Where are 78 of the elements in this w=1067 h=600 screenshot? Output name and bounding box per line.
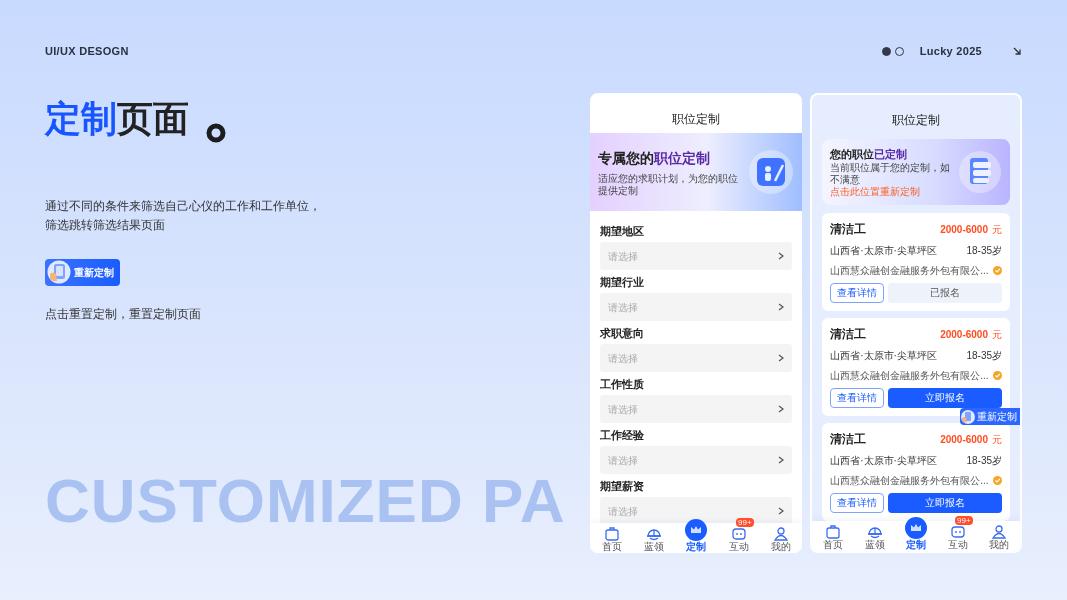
salary-unit: 元	[992, 433, 1002, 447]
document-stack-icon	[958, 150, 1002, 194]
field-label: 期望行业	[600, 275, 646, 289]
bag-icon	[603, 526, 620, 542]
description-text: 通过不同的条件来筛选自己心仪的工作和工作单位，	[45, 198, 322, 214]
salary-text: 2000-6000	[940, 328, 988, 342]
bag-icon	[825, 524, 841, 540]
ring-icon	[206, 122, 226, 143]
tab-item[interactable]: 我的	[984, 520, 1015, 550]
tab-item[interactable]: 蓝领	[638, 522, 669, 552]
company-name: 山西慧众融创金融服务外包有限公...	[830, 264, 989, 279]
year-text: Lucky 2025	[919, 43, 982, 59]
job-title: 清洁工	[830, 327, 867, 342]
chevron-icon	[778, 303, 785, 311]
restart-button[interactable]: 重新定制	[45, 258, 120, 286]
age-text: 18-35岁	[966, 244, 1002, 259]
page-title: 定制页面	[45, 99, 189, 139]
details-button[interactable]: 查看详情	[830, 282, 885, 303]
helmet-icon	[866, 524, 883, 540]
company-name: 山西慧众融创金融服务外包有限公...	[830, 474, 989, 489]
description-text: 筛选跳转筛选结果页面	[45, 217, 166, 233]
banner-title: 您的职位已定制	[830, 146, 909, 162]
chat-icon	[949, 524, 966, 540]
notification-badge: 99+	[955, 516, 973, 525]
salary-unit: 元	[992, 328, 1002, 342]
screen-title: 职位定制	[891, 112, 942, 129]
chevron-icon	[778, 354, 785, 362]
background-text: CUSTOMIZED PA	[45, 470, 566, 532]
tab-item[interactable]: 蓝领	[859, 520, 890, 550]
chevron-icon	[778, 405, 785, 413]
chat-icon	[730, 526, 747, 542]
details-button[interactable]: 查看详情	[830, 387, 885, 408]
salary-text: 2000-6000	[940, 223, 988, 237]
edit-badge-icon	[748, 149, 795, 195]
arrow-icon[interactable]	[1012, 46, 1022, 56]
crown-icon	[685, 519, 708, 541]
age-text: 18-35岁	[966, 349, 1002, 364]
field-label: 工作性质	[600, 377, 646, 391]
company-name: 山西慧众融创金融服务外包有限公...	[830, 369, 989, 384]
screen-title: 职位定制	[671, 111, 722, 128]
caption-text: 点击重置定制，重置定制页面	[45, 307, 202, 323]
helmet-icon	[645, 526, 662, 542]
location-text: 山西省·太原市·尖草坪区	[830, 349, 937, 364]
pager-dot[interactable]	[881, 46, 891, 56]
restart-button[interactable]: 重新定制	[960, 408, 1020, 425]
field-label: 期望地区	[600, 224, 646, 238]
phone-hand-icon	[961, 409, 975, 424]
crown-icon	[905, 517, 928, 539]
field-label: 期望薪资	[600, 479, 646, 493]
person-icon	[991, 524, 1008, 540]
tab-item[interactable]: 定制	[901, 513, 932, 550]
job-title: 清洁工	[830, 222, 867, 237]
age-text: 18-35岁	[966, 454, 1002, 469]
field-label: 求职意向	[600, 326, 646, 340]
apply-button[interactable]: 立即报名	[888, 492, 1002, 513]
banner-title: 专属您的职位定制	[598, 148, 712, 168]
apply-button[interactable]: 已报名	[888, 282, 1002, 303]
field-label: 工作经验	[600, 428, 646, 442]
tab-item[interactable]: 首页	[818, 520, 848, 550]
chevron-icon	[778, 252, 785, 260]
tab-item[interactable]: 我的	[766, 522, 796, 552]
job-title: 清洁工	[830, 432, 867, 447]
location-text: 山西省·太原市·尖草坪区	[830, 244, 937, 259]
banner-subtitle: 适应您的求职计划，为您的职位提供定制	[598, 172, 740, 197]
location-text: 山西省·太原市·尖草坪区	[830, 454, 937, 469]
chevron-icon	[778, 456, 785, 464]
reset-link[interactable]: 点击此位置重新定制	[830, 186, 958, 199]
notification-badge: 99+	[736, 518, 754, 527]
phone-hand-icon	[47, 260, 71, 285]
banner-subtitle: 当前职位属于您的定制，如不满意	[830, 162, 952, 186]
person-icon	[773, 526, 789, 542]
brand-text: UI/UX DESOGN	[45, 43, 129, 59]
chevron-icon	[778, 507, 785, 515]
salary-text: 2000-6000	[940, 433, 988, 447]
salary-unit: 元	[992, 223, 1002, 237]
apply-button[interactable]: 立即报名	[888, 387, 1002, 408]
details-button[interactable]: 查看详情	[830, 492, 885, 513]
tab-item[interactable]: 首页	[596, 522, 627, 552]
